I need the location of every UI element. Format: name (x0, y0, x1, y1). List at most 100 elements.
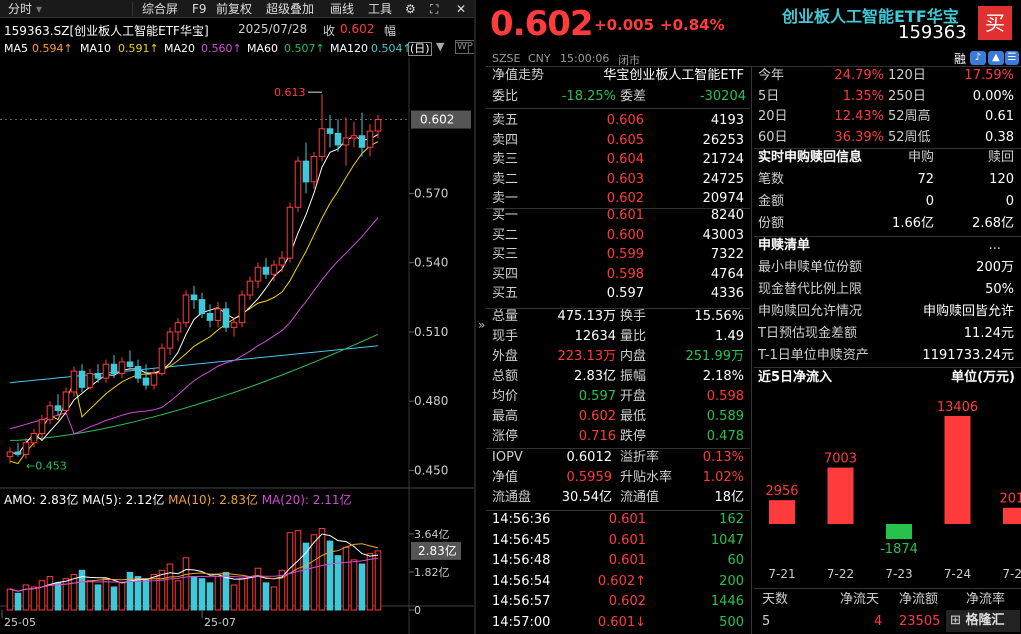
bid-level-label: 买四 (492, 266, 519, 282)
quote-time: 15:00:06 (560, 52, 610, 65)
candle-body (182, 294, 190, 324)
iopv-value: 1.02% (702, 470, 744, 485)
candle-body (238, 294, 246, 324)
stat-value: 0.598 (706, 389, 744, 404)
stat-label: 外盘 (492, 349, 519, 364)
alert-icon[interactable]: ▲ (988, 51, 1004, 65)
tick-volume: 200 (719, 573, 744, 589)
candle-body (158, 347, 166, 374)
candle-body (142, 377, 150, 386)
toolbar-overlay[interactable]: 超级叠加 (266, 1, 314, 17)
weibi-label: 委比 (492, 89, 519, 104)
sr-row-label: 笔数 (758, 172, 785, 187)
panel-toggle-icon[interactable]: » (478, 318, 485, 332)
close-icon[interactable]: ✕ (456, 1, 466, 17)
candle-body (70, 370, 78, 393)
volume-bar (358, 563, 366, 611)
ask-level-volume: 24725 (702, 171, 744, 187)
last-price: 0.602 (490, 4, 594, 44)
candle-body (358, 135, 366, 148)
candle-body (270, 264, 278, 275)
flow-bar-value: 7003 (824, 452, 857, 467)
volume-bar (310, 534, 318, 611)
volume-bar (374, 550, 382, 611)
list-row-value: 50% (985, 282, 1014, 297)
volume-bar (214, 576, 222, 611)
kline-chart[interactable]: 0.570 0.540 0.510 0.480 0.450 0.602 0.613 ←0.45… (0, 58, 474, 634)
candle-body (46, 405, 54, 421)
candle-body (110, 363, 118, 374)
flow-bar-value: 2018 (999, 492, 1021, 507)
candle-body (246, 280, 254, 296)
toolbar-intraday[interactable]: 分时 (8, 1, 32, 17)
ask-level-volume: 21724 (702, 152, 744, 167)
nav-trend-label[interactable]: 净值走势 (492, 66, 544, 86)
fullscreen-icon[interactable]: ⛶ (430, 1, 438, 17)
candle-body (310, 155, 318, 183)
toolbar-draw[interactable]: 画线 (330, 1, 354, 17)
weicha-label: 委差 (620, 89, 647, 104)
volume-bar (190, 576, 198, 611)
settings-icon[interactable]: ⚙ (405, 1, 416, 17)
candle-body (214, 308, 222, 321)
volume-bar (6, 588, 14, 611)
toolbar-f9[interactable]: F9 (192, 1, 207, 17)
bid-level-price: 0.598 (606, 266, 644, 282)
current-price-label: 0.602 (420, 113, 454, 127)
perf-label: 20日 (758, 109, 788, 124)
candle-body (14, 451, 22, 455)
close-value: 0.602 (340, 22, 375, 36)
price-tick-label: 0.480 (414, 394, 448, 408)
stat-label: 最低 (620, 409, 647, 424)
toolbar-tools[interactable]: 工具 (368, 1, 392, 17)
volume-bar (262, 582, 270, 611)
candle-body (150, 372, 158, 386)
bell-icon[interactable]: ♪ (970, 51, 986, 65)
stat-value: 475.13万 (557, 309, 617, 324)
volume-bar (254, 567, 262, 611)
volume-bar (150, 573, 158, 611)
flow-date-label: 7-24 (944, 567, 971, 581)
period-selector[interactable]: (日) (408, 42, 432, 56)
flow-date-label: 7-25 (1002, 567, 1021, 581)
ma20-label: MA20 (164, 42, 196, 55)
volume-bar (350, 559, 358, 611)
perf-label: 今年 (758, 68, 785, 83)
sr-row-redeem: 0 (1005, 194, 1014, 209)
perf-value: 0.38 (985, 129, 1014, 145)
candle-body (190, 294, 198, 301)
sr-row-subscribe: 72 (917, 172, 934, 187)
toolbar-adjust[interactable]: 前复权 (216, 1, 252, 17)
candle-body (38, 419, 46, 435)
toolbar-dropdown-icon[interactable]: ▾ (36, 1, 42, 17)
inflow-days-value: 4 (874, 614, 883, 629)
ma20-value: 0.560↑ (201, 42, 242, 55)
volume-bar (38, 580, 46, 611)
tick-volume: 500 (719, 614, 744, 630)
bid-level-price: 0.600 (606, 227, 644, 243)
perf-value: 17.59% (964, 68, 1014, 83)
orderbook-column: 净值走势 华宝创业板人工智能ETF 委比 -18.25% 委差 -30204 卖… (486, 66, 750, 634)
perf-label: 60日 (758, 129, 788, 145)
stat-value: 0.716 (578, 429, 616, 444)
dropdown-icon[interactable]: ▼ (436, 40, 444, 53)
buy-button[interactable]: 买 (978, 6, 1012, 40)
window-icon[interactable] (455, 42, 469, 54)
inflow-amount-header: 净流额 (899, 592, 939, 607)
iopv-label: 升贴水率 (620, 470, 673, 485)
stat-label: 总额 (492, 369, 519, 384)
ma5-label: MA5 (4, 42, 29, 55)
more-icon[interactable]: ☰ (1005, 51, 1019, 65)
list-more-button[interactable]: ... (989, 236, 1001, 256)
stat-value: 12634 (574, 329, 616, 344)
stat-value: 2.83亿 (574, 369, 616, 384)
candle-body (334, 132, 342, 146)
bid-level-volume: 43003 (702, 227, 744, 243)
bid-level-volume: 7322 (710, 247, 744, 262)
candle-body (134, 366, 142, 379)
volume-bar (126, 571, 134, 611)
days-value: 5 (762, 614, 771, 629)
amplitude-label: 幅 (384, 24, 397, 38)
toolbar-composite[interactable]: 综合屏 (142, 1, 178, 17)
stat-value: 2.18% (702, 369, 744, 384)
